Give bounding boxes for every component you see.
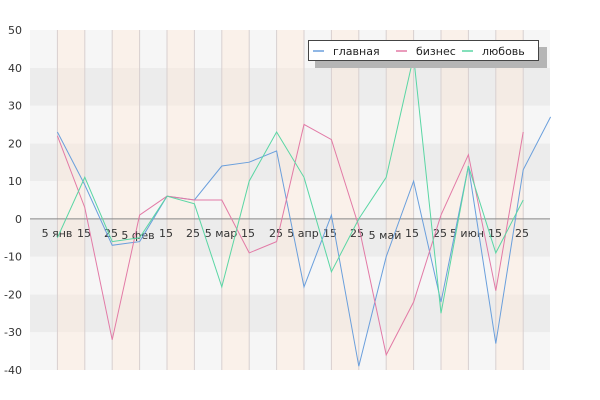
vertical-stripe (386, 30, 414, 370)
x-tick-label: 25 (350, 227, 364, 240)
x-tick-label: 5 мар (205, 227, 238, 240)
vertical-stripe (57, 30, 85, 370)
legend-label: главная (333, 45, 380, 58)
legend: главная бизнес любовь (308, 40, 547, 68)
vertical-stripe (140, 30, 167, 370)
legend-label: бизнес (416, 45, 456, 58)
y-tick-label: 40 (8, 62, 22, 75)
legend-label: любовь (482, 45, 525, 58)
vertical-stripe (441, 30, 469, 370)
vertical-stripe (359, 30, 386, 370)
vertical-stripe (276, 30, 304, 370)
x-tick-label: 5 янв (42, 227, 73, 240)
y-axis-ticks: -40 -30 -20 -10 0 10 20 30 40 50 (4, 24, 22, 377)
vertical-stripe (30, 30, 57, 370)
y-tick-label: -40 (4, 364, 22, 377)
vertical-stripe (221, 30, 250, 370)
vertical-stripe (249, 30, 276, 370)
vertical-stripe (523, 30, 550, 370)
y-tick-label: 20 (8, 137, 22, 150)
y-tick-label: -20 (4, 288, 22, 301)
x-tick-label: 5 май (369, 229, 402, 242)
y-tick-label: 0 (15, 213, 22, 226)
y-tick-label: -10 (4, 251, 22, 264)
y-tick-label: 30 (8, 100, 22, 113)
x-tick-label: 25 (186, 227, 200, 240)
x-tick-label: 15 (405, 227, 419, 240)
vertical-stripe (331, 30, 359, 370)
x-tick-label: 15 (241, 227, 255, 240)
x-tick-label: 25 (515, 227, 529, 240)
x-tick-label: 25 (269, 227, 283, 240)
vertical-stripe (304, 30, 331, 370)
y-tick-label: -30 (4, 326, 22, 339)
y-tick-label: 10 (8, 175, 22, 188)
line-chart: -40-30-20-1001020304050 5 янв 15 25 5 фев 15… (4, 24, 552, 377)
x-tick-label: 15 (159, 227, 173, 240)
y-tick-label: 50 (8, 24, 22, 37)
